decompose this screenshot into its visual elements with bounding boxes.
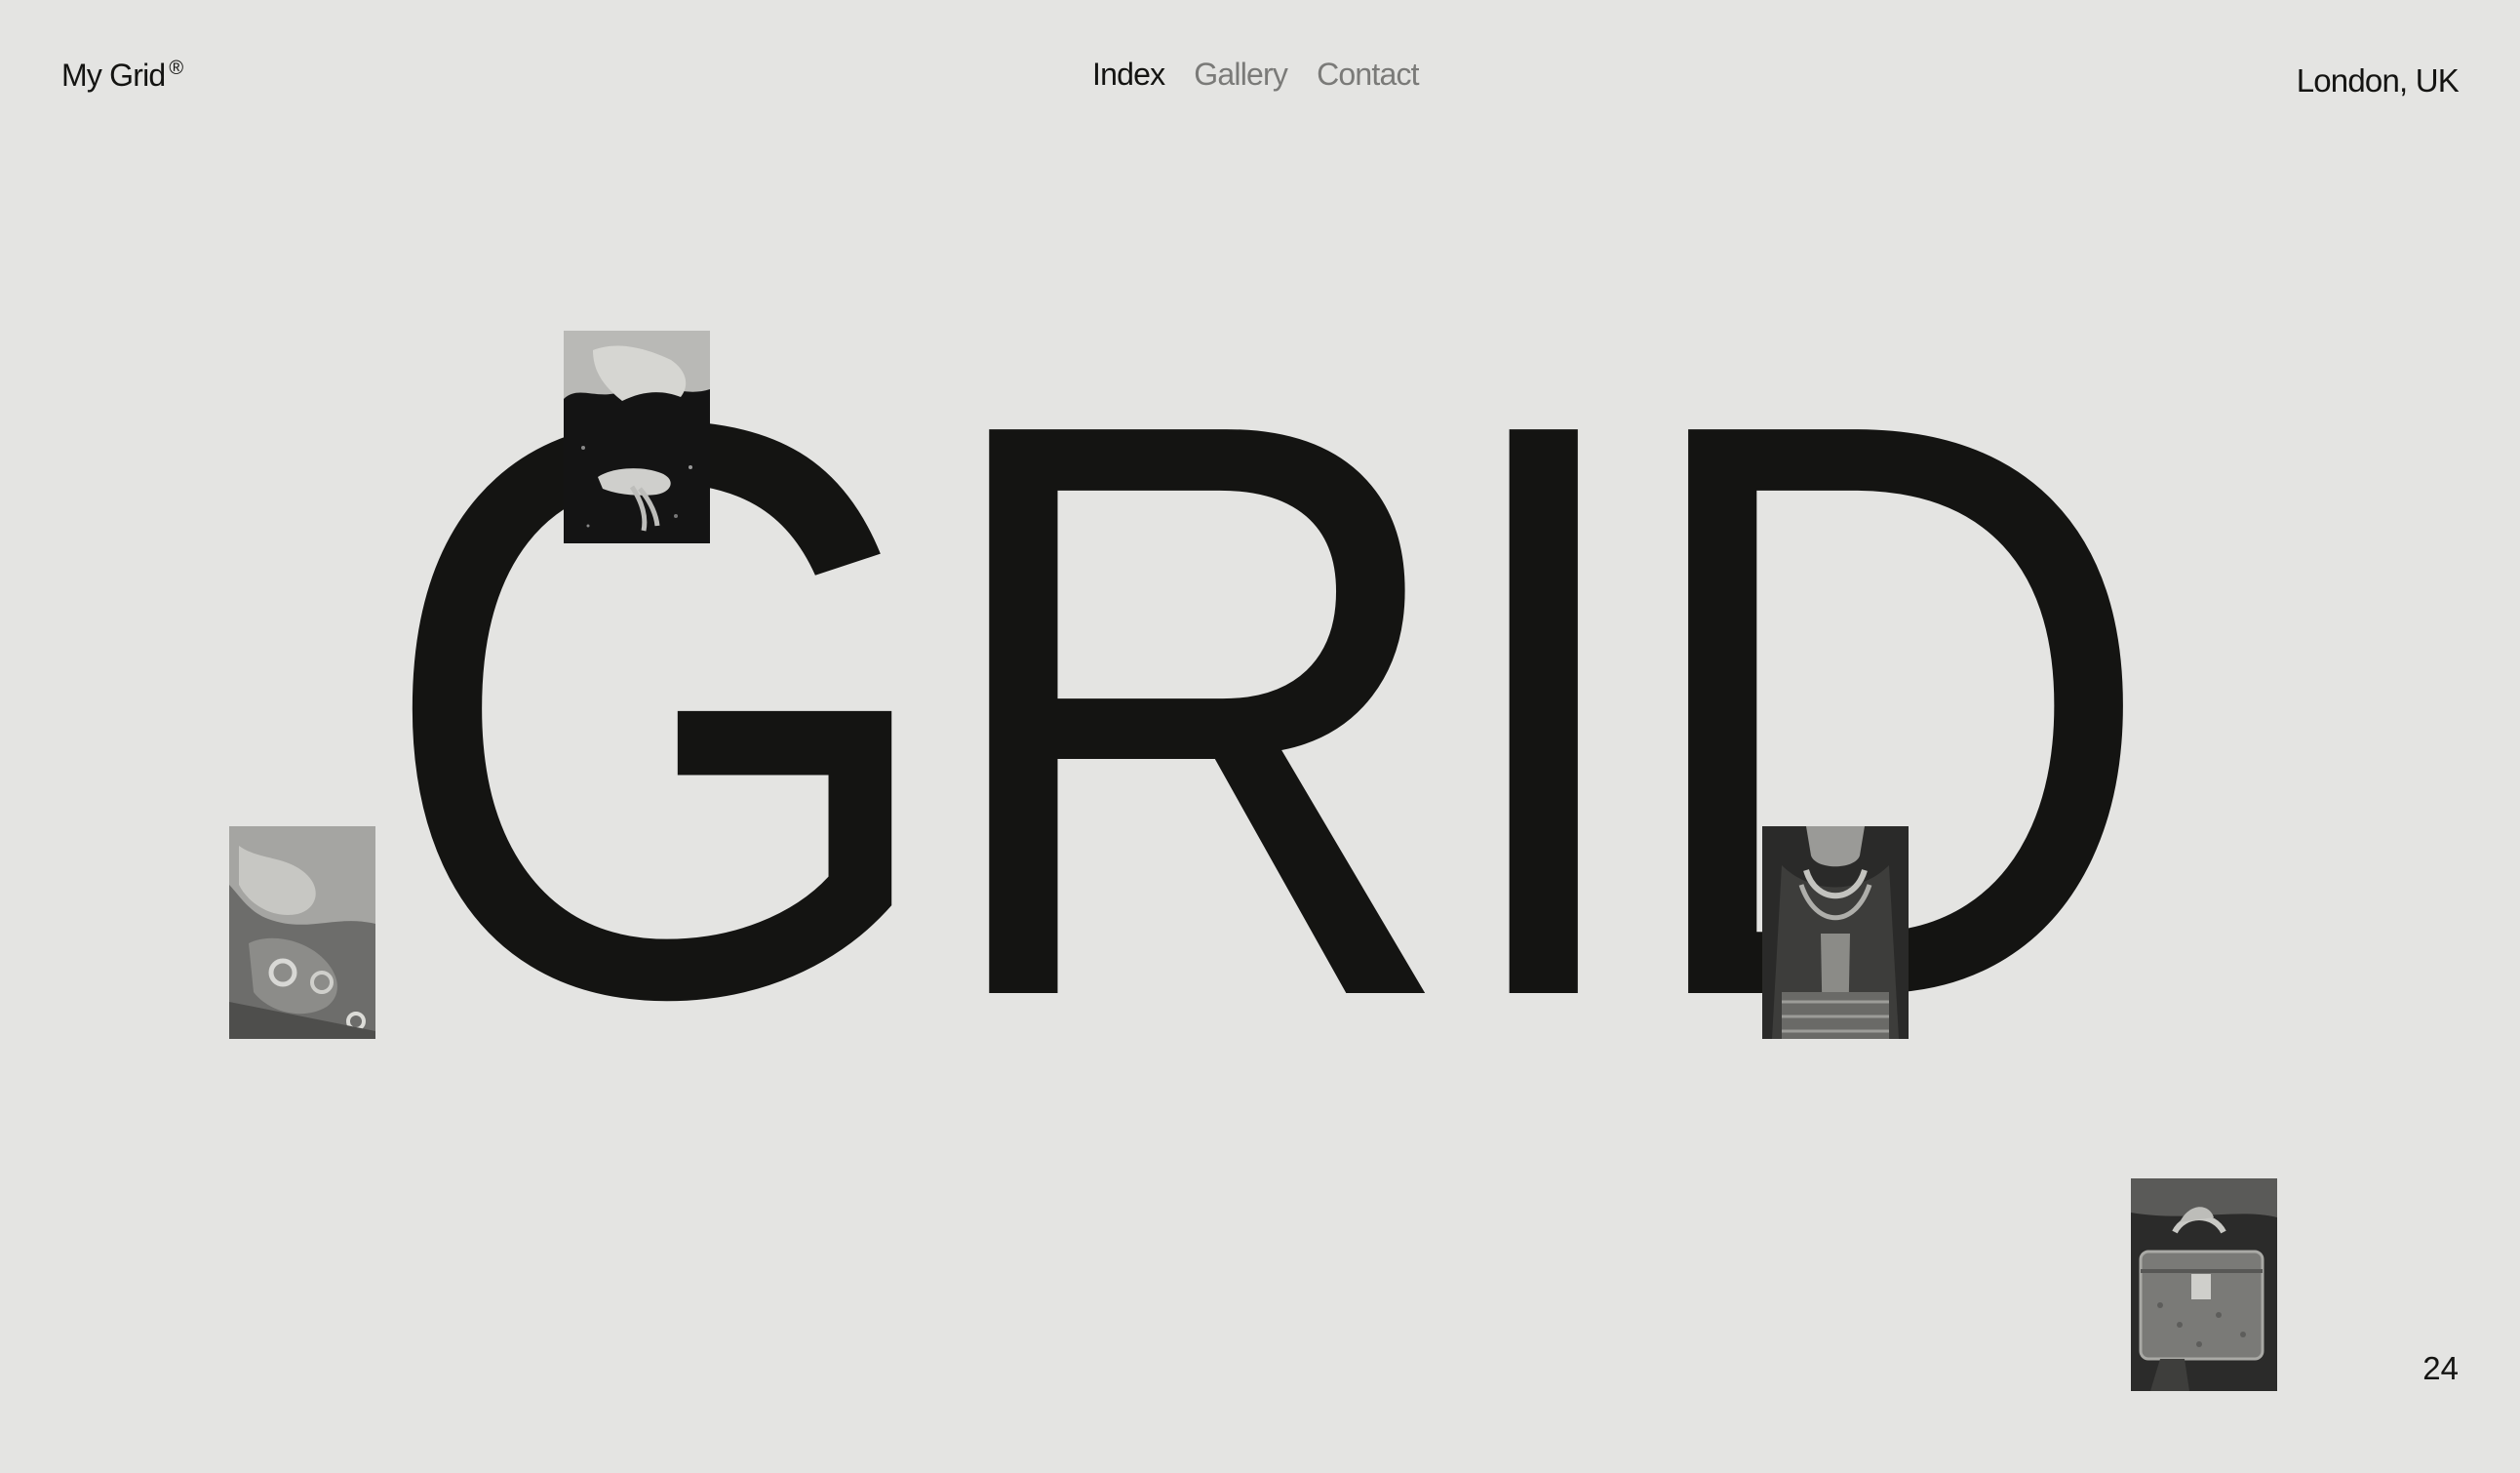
gallery-thumbnail-handbag[interactable] bbox=[2131, 1178, 2277, 1391]
garment-photo-image bbox=[229, 826, 375, 1039]
gallery-thumbnail-garment[interactable] bbox=[229, 826, 375, 1039]
gallery-thumbnail-necklace[interactable] bbox=[1762, 826, 1909, 1039]
necklace-photo-image bbox=[1762, 826, 1909, 1039]
gallery-thumbnail-hands[interactable] bbox=[564, 331, 710, 543]
hands-photo-image bbox=[564, 331, 710, 543]
handbag-photo-image bbox=[2131, 1178, 2277, 1391]
slide-counter: 24 bbox=[2422, 1350, 2459, 1386]
